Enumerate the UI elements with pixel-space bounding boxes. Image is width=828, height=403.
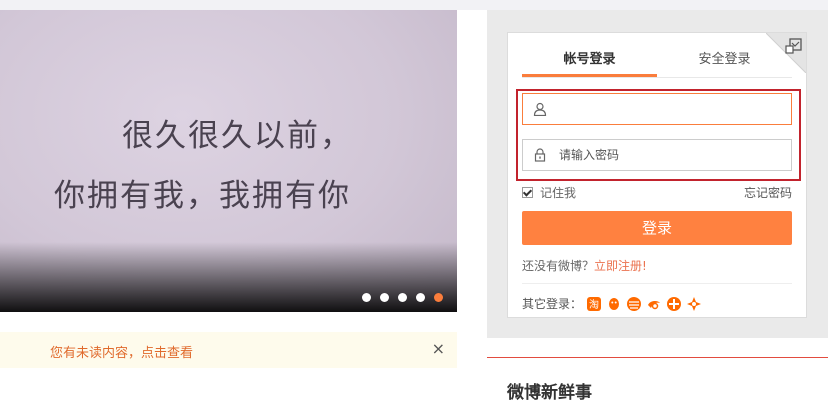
login-button[interactable]: 登录 [522, 211, 792, 245]
remember-label: 记住我 [540, 186, 577, 200]
close-icon[interactable]: × [432, 339, 445, 358]
register-prompt: 还没有微博？立即注册! [522, 257, 647, 274]
login-tabs: 帐号登录 安全登录 [522, 48, 792, 78]
tab-secure-login[interactable]: 安全登录 [657, 48, 792, 67]
section-divider [487, 357, 828, 358]
carousel-dot[interactable] [380, 293, 389, 302]
banner-text-line1: 很久很久以前， [122, 118, 353, 154]
login-box: 帐号登录 安全登录 记住我 忘记密码 登录 还没有微博？立即注册! 其它登录： … [507, 32, 807, 318]
password-input[interactable] [559, 145, 779, 165]
other-login-label: 其它登录： [522, 297, 583, 311]
qq-icon[interactable] [606, 296, 622, 312]
carousel-dot[interactable] [362, 293, 371, 302]
taobao-icon[interactable]: 淘 [586, 296, 602, 312]
active-tab-underline [522, 74, 657, 77]
carousel-dots [362, 293, 443, 302]
tianyi-icon[interactable] [646, 296, 662, 312]
unread-notice-bar: 您有未读内容，点击查看 × [0, 332, 457, 368]
register-prompt-text: 还没有微博？ [522, 259, 595, 273]
password-field[interactable] [522, 139, 792, 171]
carousel-dot[interactable] [416, 293, 425, 302]
top-bar [0, 0, 828, 10]
cross-icon[interactable] [686, 296, 702, 312]
username-field[interactable] [522, 93, 792, 125]
unread-notice-link[interactable]: 您有未读内容，点击查看 [50, 342, 193, 361]
carousel-dot-active[interactable] [434, 293, 443, 302]
tab-account-login[interactable]: 帐号登录 [522, 48, 657, 67]
unicom-icon[interactable] [666, 296, 682, 312]
carousel-dot[interactable] [398, 293, 407, 302]
forgot-password-link[interactable]: 忘记密码 [744, 184, 792, 201]
lock-icon [534, 148, 546, 162]
svg-text:淘: 淘 [589, 298, 599, 311]
ppstv-icon[interactable] [626, 296, 642, 312]
banner-carousel[interactable]: 很久很久以前， 你拥有我，我拥有你 [0, 10, 457, 312]
remember-me[interactable]: 记住我 [522, 184, 576, 201]
section-title: 微博新鲜事 [507, 383, 592, 403]
user-icon [533, 102, 547, 116]
banner-text-line2: 你拥有我，我拥有你 [54, 178, 351, 214]
other-login-row: 其它登录： 淘 [522, 295, 702, 312]
remember-checkbox[interactable] [522, 187, 533, 198]
username-input[interactable] [559, 99, 779, 119]
register-link[interactable]: 立即注册! [594, 259, 647, 273]
divider [522, 283, 792, 284]
